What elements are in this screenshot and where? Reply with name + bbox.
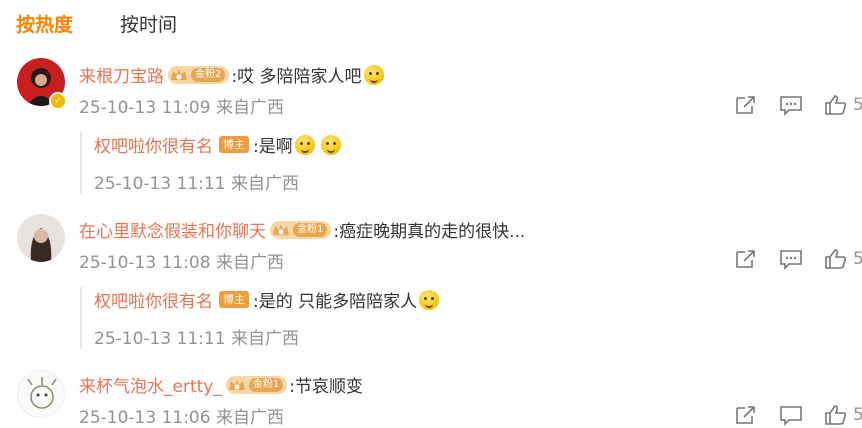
comment-actions: 5 <box>734 94 862 116</box>
comment-line: 来杯气泡水_ertty_ 金粉1 :节哀顺变 <box>79 372 363 397</box>
reply-line: 权吧啦你很有名 博主 :是啊 <box>94 132 341 157</box>
comment-line: 在心里默念假装和你聊天 金粉1 :癌症晚期真的走的很快... <box>79 217 525 242</box>
reply-text: :是的 只能多陪陪家人 <box>253 292 418 312</box>
reply-item: 权吧啦你很有名 博主 :是的 只能多陪陪家人 25-10-13 11:11 来自… <box>80 287 440 349</box>
avatar[interactable] <box>17 214 65 262</box>
reply-meta: 25-10-13 11:11 来自广西 <box>94 174 299 194</box>
like-icon[interactable] <box>824 94 848 116</box>
like-icon[interactable] <box>824 404 848 426</box>
comment-line: 来根刀宝路 金粉2 :哎 多陪陪家人吧 <box>79 62 384 87</box>
comment-meta: 25-10-13 11:09 来自广西 <box>79 98 284 118</box>
share-icon[interactable] <box>734 94 758 116</box>
username[interactable]: 来杯气泡水_ertty_ <box>79 372 222 397</box>
comment-actions: 5 <box>734 248 862 270</box>
comment-text: :节哀顺变 <box>289 377 363 397</box>
fan-crown-icon <box>273 223 289 235</box>
like-count: 5 <box>853 405 862 425</box>
comment-icon[interactable] <box>779 94 803 116</box>
fan-badge: 金粉1 <box>225 375 288 394</box>
username[interactable]: 来根刀宝路 <box>79 62 164 87</box>
fan-badge: 金粉1 <box>270 220 332 239</box>
share-icon[interactable] <box>734 248 758 270</box>
avatar[interactable] <box>17 370 65 418</box>
emoji-icon <box>320 134 341 155</box>
emoji-icon <box>294 134 315 155</box>
reply-username[interactable]: 权吧啦你很有名 <box>94 287 213 312</box>
reply-item: 权吧啦你很有名 博主 :是啊 25-10-13 11:11 来自广西 <box>80 132 341 194</box>
host-badge: 博主 <box>219 291 249 308</box>
reply-username[interactable]: 权吧啦你很有名 <box>94 132 213 157</box>
reply-line: 权吧啦你很有名 博主 :是的 只能多陪陪家人 <box>94 287 440 312</box>
comment-meta: 25-10-13 11:08 来自广西 <box>79 253 284 273</box>
comment-actions: 5 <box>734 404 862 426</box>
tab-by-time[interactable]: 按时间 <box>120 10 177 37</box>
share-icon[interactable] <box>734 404 758 426</box>
reply-text: :是啊 <box>253 137 293 157</box>
username[interactable]: 在心里默念假装和你聊天 <box>79 217 266 242</box>
fan-crown-icon <box>171 68 187 80</box>
comment-icon[interactable] <box>779 404 803 426</box>
comment-text: :哎 多陪陪家人吧 <box>231 67 362 87</box>
like-count: 5 <box>853 249 862 269</box>
like-count: 5 <box>853 95 862 115</box>
host-badge: 博主 <box>219 136 249 153</box>
emoji-icon <box>419 289 440 310</box>
verified-icon: ✓ <box>49 92 67 110</box>
emoji-icon <box>363 64 384 85</box>
comment-icon[interactable] <box>779 248 803 270</box>
fan-badge: 金粉2 <box>168 65 230 84</box>
fan-crown-icon <box>228 378 245 390</box>
reply-meta: 25-10-13 11:11 来自广西 <box>94 329 299 349</box>
comment-meta: 25-10-13 11:06 来自广西 <box>79 408 284 428</box>
like-icon[interactable] <box>824 248 848 270</box>
tab-by-hot[interactable]: 按热度 <box>16 10 73 37</box>
comment-text: :癌症晚期真的走的很快... <box>333 222 526 242</box>
